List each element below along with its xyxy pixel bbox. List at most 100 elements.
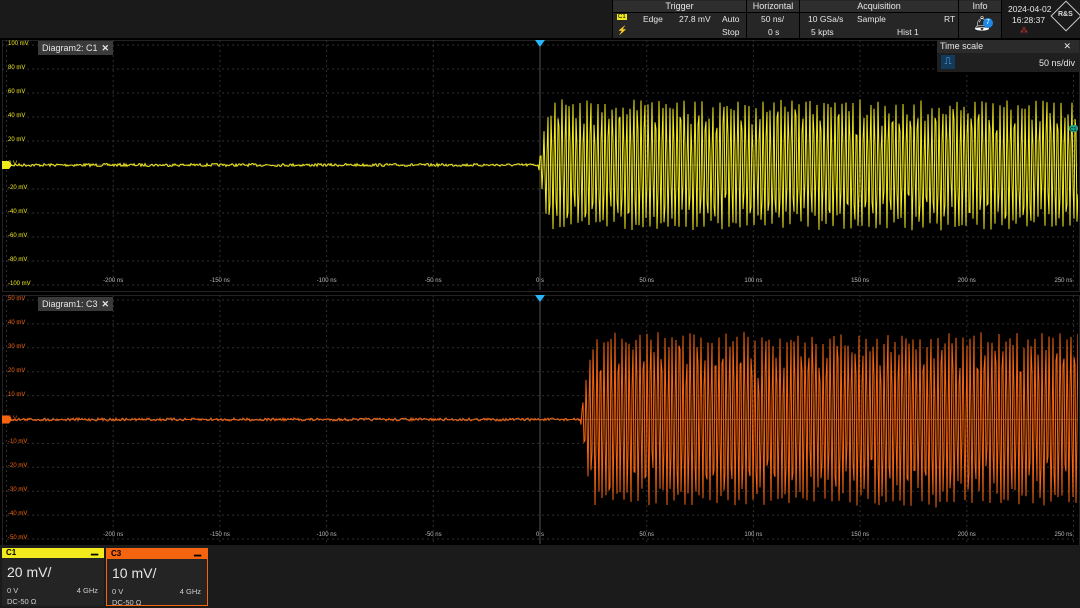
channel-c3-scale[interactable]: 10 mV/ [112,565,156,581]
y-tick-label: 20 mV [8,367,26,374]
y-tick-label: -40 mV [8,209,28,215]
channel-c1-bandwidth: 4 GHz [76,586,98,595]
time-scale-title: Time scale [940,41,984,51]
channel-c1-box[interactable]: C1 ▁ 20 mV/ 0 V 4 GHz DC-50 Ω [2,545,104,606]
x-tick-label: 150 ns [851,278,870,284]
y-tick-label: 40 mV [8,113,26,119]
x-tick-label: 100 ns [744,278,763,284]
channel-c3-bandwidth: 4 GHz [179,587,201,596]
y-tick-label: 40 mV [8,319,26,326]
trigger-title: Trigger [613,1,746,13]
x-tick-label: -200 ns [103,278,124,284]
diagram1-plot[interactable] [2,295,1078,544]
x-tick-label: -100 ns [316,278,337,284]
time-scale-value[interactable]: 50 ns/div [1039,58,1075,68]
diagram1-close-icon[interactable]: ✕ [102,299,110,309]
trigger-position-marker [535,40,545,47]
trigger-mode: Auto [722,14,740,24]
y-tick-label: -40 mV [8,511,28,518]
channel-c1-header: C1 ▁ [2,545,104,558]
diagram2-plot[interactable]: C1 [2,40,1078,290]
diagram1-tab[interactable]: Diagram1: C3 ✕ [38,297,114,311]
history-indicator: Hist 1 [897,27,919,37]
y-tick-label: 30 mV [8,343,26,350]
info-title: Info [959,1,1001,13]
diagram2-tab[interactable]: Diagram2: C1 ✕ [38,41,114,55]
y-tick-label: -50 mV [8,535,28,541]
x-tick-label: 0 s [535,532,545,538]
y-tick-label: -10 mV [8,439,28,446]
x-tick-label: -50 ns [424,278,442,284]
y-tick-label: 0 V [8,161,18,167]
x-tick-label: -100 ns [316,532,337,538]
trigger-type: Edge [643,14,663,24]
trigger-level-marker-label: C1 [1070,127,1077,133]
rs-logo-text: R&S [1058,11,1073,18]
channel-c3-coupling: DC-50 Ω [112,598,142,607]
trigger-state: Stop [722,27,740,37]
channel-c3-offset: 0 V [112,587,124,596]
horizontal-panel[interactable]: Horizontal 50 ns/ 0 s [746,0,799,38]
y-tick-label: 20 mV [8,137,26,143]
x-tick-label: 100 ns [744,532,763,538]
channel-c1-minimize-icon[interactable]: ▁ [91,545,98,555]
horizontal-scale: 50 ns/ [761,14,785,24]
trigger-panel[interactable]: Trigger C1 ⚡ Edge 27.8 mV Auto Stop [612,0,746,38]
info-panel[interactable]: Info 🔔︎ 7 [958,0,1001,38]
x-tick-label: -150 ns [209,278,230,284]
y-tick-label: 50 mV [8,296,26,302]
y-tick-label: -80 mV [8,257,28,263]
date-display: 2024-04-02 [1008,4,1052,14]
channel-c3-minimize-icon[interactable]: ▁ [194,546,201,556]
diagram1-tab-label: Diagram1: C3 [42,299,98,309]
info-count-badge: 7 [983,18,993,28]
diagram2-close-icon[interactable]: ✕ [102,43,110,53]
x-tick-label: -200 ns [103,532,124,538]
acquisition-panel[interactable]: Acquisition 10 GSa/s Sample RT 5 kpts Hi… [799,0,958,38]
y-tick-label: -20 mV [8,185,28,191]
trigger-level: 27.8 mV [679,14,711,24]
y-tick-label: -30 mV [8,487,28,494]
x-tick-label: 250 ns [1054,532,1073,538]
x-tick-label: 200 ns [957,532,976,538]
sample-rate: 10 GSa/s [808,14,844,24]
diagram2-tab-label: Diagram2: C1 [42,43,98,53]
x-tick-label: 0 s [535,278,545,284]
time-scale-dialog[interactable]: Time scale ✕ ⎍ 50 ns/div [937,40,1079,72]
trigger-position-marker [535,295,545,302]
y-tick-label: -20 mV [8,463,28,470]
y-tick-label: 60 mV [8,89,26,95]
channel-c1-scale[interactable]: 20 mV/ [7,564,51,580]
time-display: 16:28:37 [1012,15,1046,25]
x-tick-label: 150 ns [851,532,870,538]
y-tick-label: 0 V [8,415,18,422]
x-tick-label: 50 ns [639,278,655,284]
horizontal-title: Horizontal [747,1,799,13]
y-tick-label: 80 mV [8,65,26,71]
channel-c1-name: C1 [6,548,17,557]
time-scale-close-icon[interactable]: ✕ [1063,41,1071,52]
clock-panel: 2024-04-02 16:28:37 ⁂ R&S [1001,0,1080,38]
horizontal-position: 0 s [768,27,780,37]
channel-c3-box[interactable]: C3 ▁ 10 mV/ 0 V 4 GHz DC-50 Ω [106,546,208,607]
record-length: 5 kpts [811,27,834,37]
channel-c1-offset: 0 V [7,586,19,595]
y-tick-label: -100 mV [8,281,31,287]
trigger-edge-icon: ⚡ [617,25,628,35]
channel-c1-coupling: DC-50 Ω [7,597,37,606]
y-tick-label: -60 mV [8,233,28,239]
channel-c3-header: C3 ▁ [107,546,207,559]
x-tick-label: -150 ns [209,532,230,538]
x-tick-label: 250 ns [1054,278,1073,284]
y-tick-label: 10 mV [8,391,26,398]
step-icon[interactable]: ⎍ [941,55,955,69]
channel-c3-name: C3 [111,549,122,558]
x-tick-label: 50 ns [639,532,655,538]
y-tick-label: 100 mV [8,41,29,47]
acquisition-mode: Sample [857,14,886,24]
acquisition-mode-flag: RT [944,14,956,24]
network-icon: ⁂ [1020,26,1028,35]
acquisition-title: Acquisition [800,1,958,13]
x-tick-label: -50 ns [424,532,442,538]
x-tick-label: 200 ns [957,278,976,284]
